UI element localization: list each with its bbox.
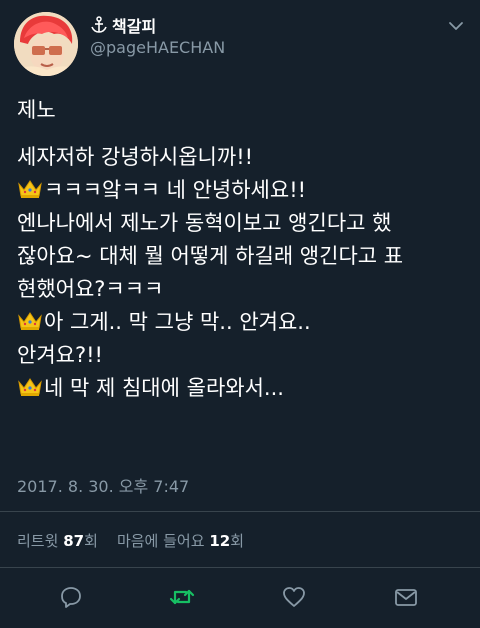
tweet-line: 세자저하 강녕하시옵니까!! xyxy=(17,145,254,169)
tweet-actions xyxy=(0,578,480,618)
like-icon[interactable] xyxy=(281,584,307,610)
retweet-icon[interactable] xyxy=(169,584,195,610)
tweet-line: 네 막 제 침대에 올라와서... xyxy=(17,372,467,405)
tweet-line: 안겨요?!! xyxy=(17,343,103,367)
likes-stat[interactable]: 마음에 들어요 12회 xyxy=(117,532,244,550)
tweet-line-text: 네 막 제 침대에 올라와서... xyxy=(44,376,284,400)
display-name[interactable]: 책갈피 xyxy=(90,14,225,36)
tweet-header: 책갈피 @pageHAECHAN xyxy=(14,12,466,76)
divider xyxy=(0,567,480,568)
likes-unit: 회 xyxy=(230,532,244,550)
crown-emoji xyxy=(17,309,43,331)
tweet-line: 현했어요?ㅋㅋㅋ xyxy=(17,277,164,301)
chevron-down-icon[interactable] xyxy=(446,16,466,36)
retweets-stat[interactable]: 리트윗 87회 xyxy=(17,532,98,550)
display-name-text: 책갈피 xyxy=(112,17,157,36)
reply-icon[interactable] xyxy=(58,584,84,610)
retweets-unit: 회 xyxy=(84,532,98,550)
tweet-line-text: 아 그게.. 막 그냥 막.. 안겨요.. xyxy=(44,310,311,334)
avatar[interactable] xyxy=(14,12,78,76)
user-handle: @pageHAECHAN xyxy=(90,38,226,57)
crown-emoji xyxy=(17,375,43,397)
tweet-stats: 리트윗 87회 마음에 들어요 12회 xyxy=(17,530,244,551)
tweet-line: 제노 xyxy=(17,98,56,122)
likes-label: 마음에 들어요 xyxy=(116,532,205,550)
tweet-line: ㅋㅋㅋ앜ㅋㅋ 네 안녕하세요!! xyxy=(17,174,467,207)
retweets-count: 87 xyxy=(63,532,85,550)
crown-emoji xyxy=(17,177,43,199)
retweets-label: 리트윗 xyxy=(17,532,59,550)
user-info[interactable]: 책갈피 @pageHAECHAN xyxy=(90,14,225,57)
share-icon[interactable] xyxy=(393,584,419,610)
tweet-line-text: ㅋㅋㅋ앜ㅋㅋ 네 안녕하세요!! xyxy=(44,178,307,202)
tweet-line: 엔나나에서 제노가 동혁이보고 앵긴다고 했 xyxy=(17,211,392,235)
tweet-text: 제노 세자저하 강녕하시옵니까!! ㅋㅋㅋ앜ㅋㅋ 네 안녕하세요!! 엔나나에서… xyxy=(17,94,467,405)
tweet-line: 아 그게.. 막 그냥 막.. 안겨요.. xyxy=(17,306,467,339)
divider xyxy=(0,511,480,512)
anchor-icon xyxy=(90,16,108,34)
tweet-line: 잖아요~ 대체 뭘 어떻게 하길래 앵긴다고 표 xyxy=(17,244,404,268)
tweet-timestamp[interactable]: 2017. 8. 30. 오후 7:47 xyxy=(17,473,189,497)
likes-count: 12 xyxy=(209,532,231,550)
